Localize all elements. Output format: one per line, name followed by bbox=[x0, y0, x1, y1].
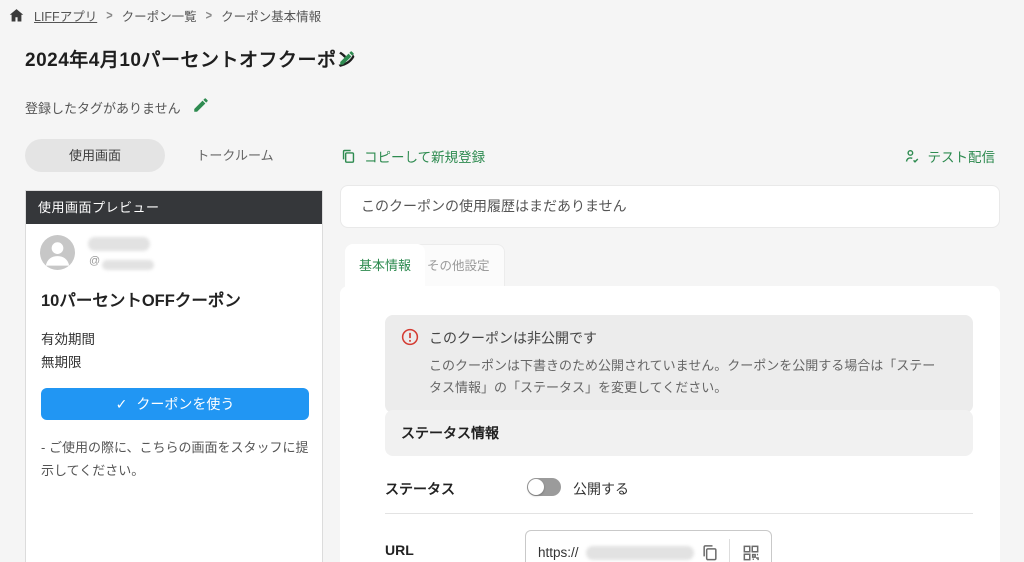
use-coupon-button-label: クーポンを使う bbox=[136, 396, 235, 412]
tab-usage-screen[interactable]: 使用画面 bbox=[25, 139, 165, 172]
copy-url-icon[interactable] bbox=[700, 543, 720, 562]
test-send-label: テスト配信 bbox=[927, 150, 996, 165]
tab-other-settings[interactable]: その他設定 bbox=[412, 244, 505, 287]
use-coupon-button[interactable]: ✓ クーポンを使う bbox=[41, 388, 309, 420]
toggle-knob bbox=[528, 479, 544, 495]
coupon-detail-page: LIFFアプリ > クーポン一覧 > クーポン基本情報 2024年4月10パーセ… bbox=[0, 0, 1024, 562]
preview-usage-note: - ご使用の際に、こちらの画面をスタッフに提示してください。 bbox=[41, 440, 309, 478]
status-label: ステータス bbox=[385, 481, 455, 497]
copy-and-register-link[interactable]: コピーして新規登録 bbox=[340, 146, 485, 166]
copy-icon bbox=[340, 148, 357, 165]
redacted-account-name bbox=[88, 237, 150, 251]
breadcrumb-item-coupon-basic-info: クーポン基本情報 bbox=[221, 10, 322, 24]
alert-title: このクーポンは非公開です bbox=[429, 330, 597, 346]
page-title: 2024年4月10パーセントオフクーポン bbox=[25, 50, 356, 71]
breadcrumb: LIFFアプリ > クーポン一覧 > クーポン基本情報 bbox=[8, 6, 321, 25]
edit-tag-pencil-icon[interactable] bbox=[192, 96, 210, 114]
usage-history-empty-box: このクーポンの使用履歴はまだありません bbox=[340, 185, 1000, 228]
check-icon: ✓ bbox=[115, 395, 128, 412]
alert-body: このクーポンは下書きのため公開されていません。クーポンを公開する場合は「ステータ… bbox=[429, 358, 936, 396]
divider bbox=[729, 539, 730, 562]
basic-info-panel: このクーポンは非公開です このクーポンは下書きのため公開されていません。クーポン… bbox=[340, 286, 1000, 562]
divider bbox=[385, 513, 973, 514]
tab-talk-room[interactable]: トークルーム bbox=[165, 139, 305, 172]
validity-period-label: 有効期間 bbox=[41, 332, 95, 347]
copy-and-register-label: コピーして新規登録 bbox=[364, 150, 486, 165]
preview-card-header: 使用画面プレビュー bbox=[26, 191, 322, 224]
coupon-url-field[interactable]: https:// bbox=[525, 530, 772, 562]
breadcrumb-item-coupon-list[interactable]: クーポン一覧 bbox=[122, 6, 197, 25]
avatar bbox=[40, 235, 75, 270]
status-section-header: ステータス情報 bbox=[385, 410, 973, 456]
test-send-link[interactable]: テスト配信 bbox=[904, 146, 996, 166]
redacted-url bbox=[586, 546, 694, 560]
url-value: https:// bbox=[538, 545, 579, 560]
unpublished-alert: このクーポンは非公開です このクーポンは下書きのため公開されていません。クーポン… bbox=[385, 315, 973, 414]
edit-title-pencil-icon[interactable] bbox=[338, 49, 356, 67]
tag-note: 登録したタグがありません bbox=[25, 101, 181, 116]
publish-toggle[interactable] bbox=[527, 478, 561, 496]
qr-code-icon[interactable] bbox=[741, 543, 761, 562]
usage-screen-preview-card: 使用画面プレビュー @ 10パーセントOFFクーポン 有効期間 無期限 ✓ クー… bbox=[25, 190, 323, 562]
preview-coupon-title: 10パーセントOFFクーポン bbox=[41, 292, 241, 310]
home-icon[interactable] bbox=[8, 7, 25, 24]
publish-toggle-label: 公開する bbox=[573, 481, 629, 497]
breadcrumb-separator: > bbox=[106, 8, 113, 23]
redacted-account-handle bbox=[102, 260, 154, 270]
validity-period-value: 無期限 bbox=[41, 355, 82, 370]
warning-circle-icon bbox=[401, 328, 419, 346]
breadcrumb-link-liff-app[interactable]: LIFFアプリ bbox=[34, 6, 97, 25]
url-label: URL bbox=[385, 542, 414, 558]
breadcrumb-separator: > bbox=[205, 8, 213, 23]
at-symbol: @ bbox=[89, 255, 101, 267]
tab-basic-info[interactable]: 基本情報 bbox=[345, 244, 426, 287]
person-check-icon bbox=[904, 148, 921, 165]
